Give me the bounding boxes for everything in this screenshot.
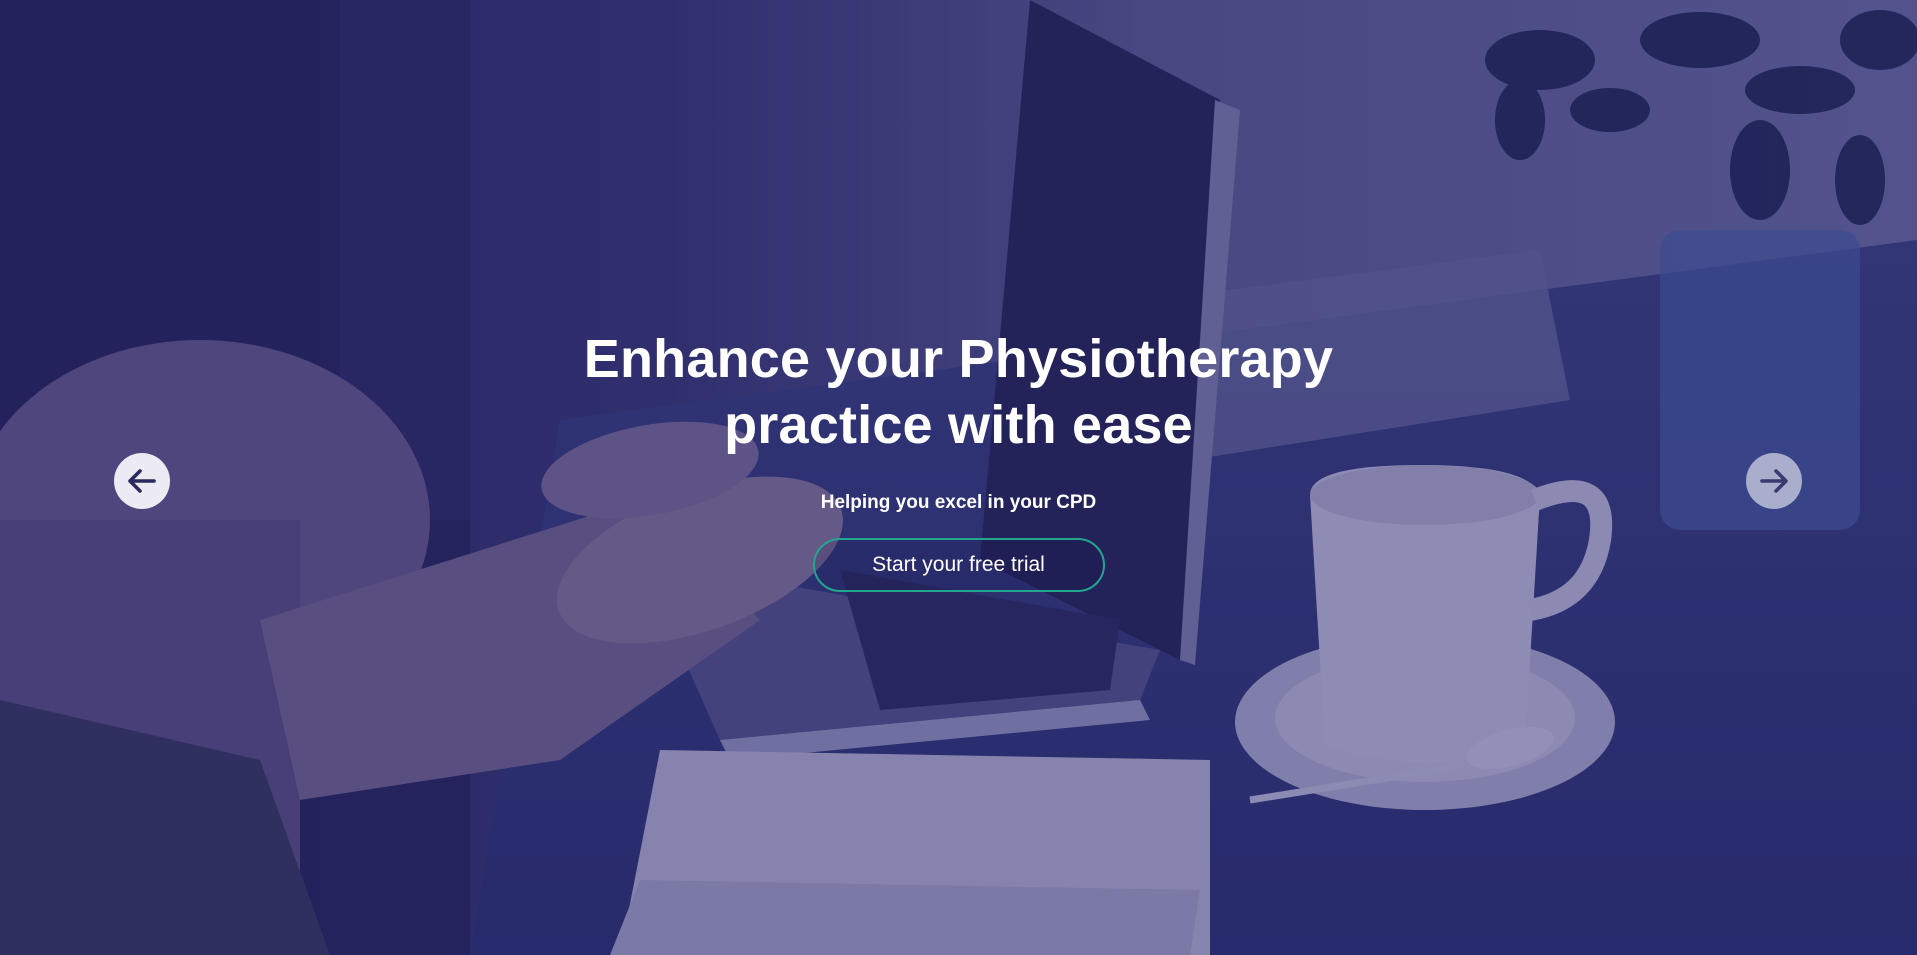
hero-content: Enhance your Physiotherapy practice with…	[0, 326, 1917, 592]
headline-line-1: Enhance your Physiotherapy	[583, 329, 1334, 389]
hero-subtitle: Helping you excel in your CPD	[820, 492, 1097, 513]
carousel-prev-button[interactable]	[114, 453, 170, 509]
hero-headline: Enhance your Physiotherapy practice with…	[509, 326, 1409, 458]
carousel-next-button[interactable]	[1746, 453, 1802, 509]
headline-line-2: practice with ease	[724, 395, 1193, 455]
start-free-trial-button[interactable]: Start your free trial	[812, 538, 1105, 592]
arrow-right-icon	[1760, 469, 1788, 493]
hero-section: Enhance your Physiotherapy practice with…	[0, 0, 1917, 955]
arrow-left-icon	[128, 469, 156, 493]
